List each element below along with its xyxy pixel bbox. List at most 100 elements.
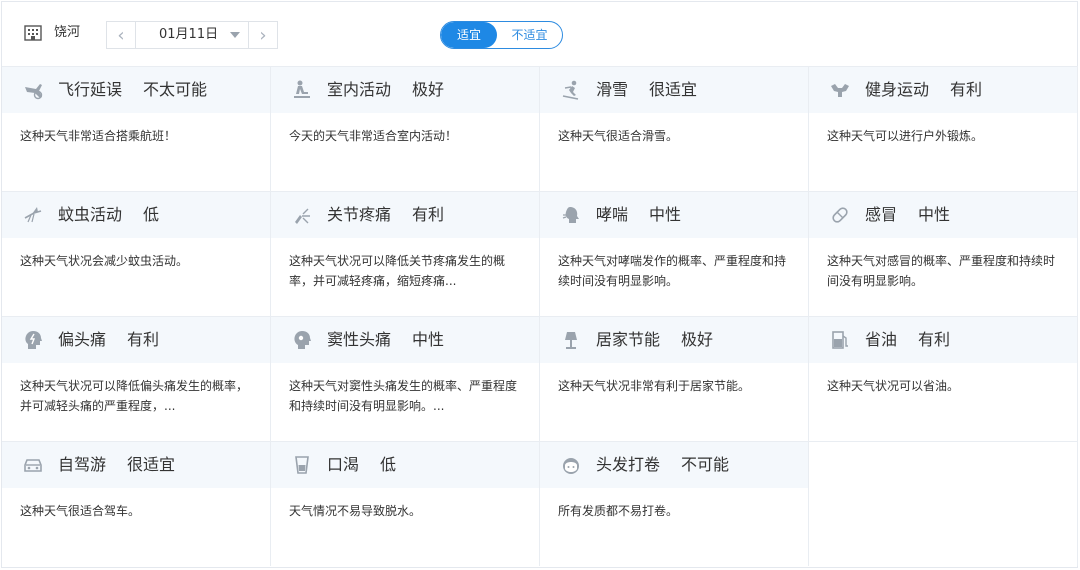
next-date-button[interactable]: › [248,22,277,48]
dropdown-arrow-icon[interactable] [230,32,240,38]
card-header: 头发打卷 不可能 [540,442,808,488]
card-header: 偏头痛 有利 [2,317,270,363]
card-level: 不可能 [681,455,730,474]
grid-row: 自驾游 很适宜 这种天气很适合驾车。 口渴 低 天气情况不易导致脱水。 头发打卷… [2,441,1078,566]
card-level: 低 [380,455,397,474]
hair-icon [563,458,579,474]
date-value[interactable]: 01月11日 [159,27,218,43]
grid-row: 飞行延误 不太可能 这种天气非常适合搭乘航班！ 室内活动 极好 今天的天气非常适… [2,66,1078,191]
lamp-icon [565,332,577,349]
card-header: 蚊虫活动 低 [2,192,270,238]
indoor-activity-icon [294,80,310,98]
card-level: 中性 [649,205,682,224]
card-description: 这种天气对感冒的概率、严重程度和持续时间没有明显影响。 [827,254,1056,288]
card-level: 低 [143,205,160,224]
card-description: 这种天气对窦性头痛发生的概率、严重程度和持续时间没有明显影响。... [289,379,518,413]
card-header: 省油 有利 [809,317,1077,363]
airplane-icon [25,84,43,100]
cold-pill-icon [832,207,848,223]
card-header: 健身运动 有利 [809,67,1077,113]
card-header: 哮喘 中性 [540,192,808,238]
index-card-flight-delay[interactable]: 飞行延误 不太可能 这种天气非常适合搭乘航班！ [2,66,271,191]
index-card-thirst[interactable]: 口渴 低 天气情况不易导致脱水。 [271,441,540,566]
migraine-icon [25,331,42,349]
card-title: 关节疼痛 [327,205,392,224]
card-header: 飞行延误 不太可能 [2,67,270,113]
toggle-suitable[interactable]: 适宜 [441,22,497,48]
date-picker[interactable]: ‹ 01月11日 › [106,21,278,49]
card-description: 这种天气可以进行户外锻炼。 [827,129,984,143]
card-level: 有利 [918,330,951,349]
card-title: 口渴 [327,455,360,474]
city-building-icon [24,25,42,41]
card-header: 自驾游 很适宜 [2,442,270,488]
card-description: 这种天气状况会减少蚊虫活动。 [20,254,189,268]
card-level: 有利 [127,330,160,349]
card-level: 极好 [412,80,445,99]
sinus-headache-icon [294,331,311,349]
card-level: 极好 [681,330,714,349]
skiing-icon [562,80,579,100]
card-header: 滑雪 很适宜 [540,67,808,113]
card-description: 这种天气很适合滑雪。 [558,129,679,143]
card-header: 窦性头痛 中性 [271,317,539,363]
index-card-road-trip[interactable]: 自驾游 很适宜 这种天气很适合驾车。 [2,441,271,566]
card-level: 不太可能 [143,80,208,99]
card-header: 居家节能 极好 [540,317,808,363]
chevron-left-icon: ‹ [117,24,125,46]
card-description: 这种天气状况可以降低偏头痛发生的概率，并可减轻头痛的严重程度，... [20,379,249,413]
index-card-home-energy[interactable]: 居家节能 极好 这种天气状况非常有利于居家节能。 [540,316,809,441]
card-description: 这种天气状况可以省油。 [827,379,960,393]
toggle-unsuitable[interactable]: 不适宜 [497,22,562,48]
top-bar: 饶河 ‹ 01月11日 › 适宜 不适宜 [2,2,1077,66]
index-card-asthma[interactable]: 哮喘 中性 这种天气对哮喘发作的概率、严重程度和持续时间没有明显影响。 [540,191,809,316]
card-title: 居家节能 [596,330,661,349]
index-card-indoor-activity[interactable]: 室内活动 极好 今天的天气非常适合室内活动！ [271,66,540,191]
car-icon [24,459,42,472]
index-card-mosquito[interactable]: 蚊虫活动 低 这种天气状况会减少蚊虫活动。 [2,191,271,316]
card-header: 室内活动 极好 [271,67,539,113]
chevron-right-icon: › [259,24,267,46]
joint-pain-icon [295,208,310,224]
card-level: 中性 [412,330,445,349]
index-card-sinus-headache[interactable]: 窦性头痛 中性 这种天气对窦性头痛发生的概率、严重程度和持续时间没有明显影响。.… [271,316,540,441]
card-title: 省油 [865,330,898,349]
index-card-fitness[interactable]: 健身运动 有利 这种天气可以进行户外锻炼。 [809,66,1078,191]
prev-date-button[interactable]: ‹ [107,22,136,48]
card-title: 偏头痛 [58,330,107,349]
card-title: 头发打卷 [596,455,661,474]
card-title: 飞行延误 [58,80,123,99]
index-card-joint-pain[interactable]: 关节疼痛 有利 这种天气状况可以降低关节疼痛发生的概率，并可减轻疼痛，缩短疼痛.… [271,191,540,316]
card-header: 关节疼痛 有利 [271,192,539,238]
index-card-cold[interactable]: 感冒 中性 这种天气对感冒的概率、严重程度和持续时间没有明显影响。 [809,191,1078,316]
card-title: 蚊虫活动 [58,205,123,224]
index-card-frizzy-hair[interactable]: 头发打卷 不可能 所有发质都不易打卷。 [540,441,809,566]
card-description: 这种天气很适合驾车。 [20,504,141,518]
mosquito-icon [24,207,42,223]
card-title: 滑雪 [596,80,629,99]
index-card-fuel-saving[interactable]: 省油 有利 这种天气状况可以省油。 [809,316,1078,441]
card-header: 口渴 低 [271,442,539,488]
card-description: 这种天气非常适合搭乘航班！ [20,129,177,143]
weather-index-panel: 饶河 ‹ 01月11日 › 适宜 不适宜 飞行延误 不太可能 这种天气非常适合搭… [1,1,1078,568]
card-level: 有利 [412,205,445,224]
empty-cell [809,441,1078,566]
city-name[interactable]: 饶河 [54,25,80,41]
grid-row: 蚊虫活动 低 这种天气状况会减少蚊虫活动。 关节疼痛 有利 这种天气状况可以降低… [2,191,1078,316]
card-title: 自驾游 [58,455,107,474]
suitability-toggle[interactable]: 适宜 不适宜 [440,21,563,49]
card-level: 很适宜 [127,455,176,474]
card-description: 天气情况不易导致脱水。 [289,504,422,518]
card-description: 这种天气状况非常有利于居家节能。 [558,379,751,393]
index-card-skiing[interactable]: 滑雪 很适宜 这种天气很适合滑雪。 [540,66,809,191]
card-description: 这种天气对哮喘发作的概率、严重程度和持续时间没有明显影响。 [558,254,787,288]
fitness-icon [831,84,849,97]
index-card-migraine[interactable]: 偏头痛 有利 这种天气状况可以降低偏头痛发生的概率，并可减轻头痛的严重程度，..… [2,316,271,441]
card-level: 有利 [950,80,983,99]
card-title: 感冒 [865,205,898,224]
card-title: 室内活动 [327,80,392,99]
card-description: 这种天气状况可以降低关节疼痛发生的概率，并可减轻疼痛，缩短疼痛... [289,254,506,288]
fuel-icon [832,331,848,349]
asthma-icon [562,207,579,223]
grid-row: 偏头痛 有利 这种天气状况可以降低偏头痛发生的概率，并可减轻头痛的严重程度，..… [2,316,1078,441]
